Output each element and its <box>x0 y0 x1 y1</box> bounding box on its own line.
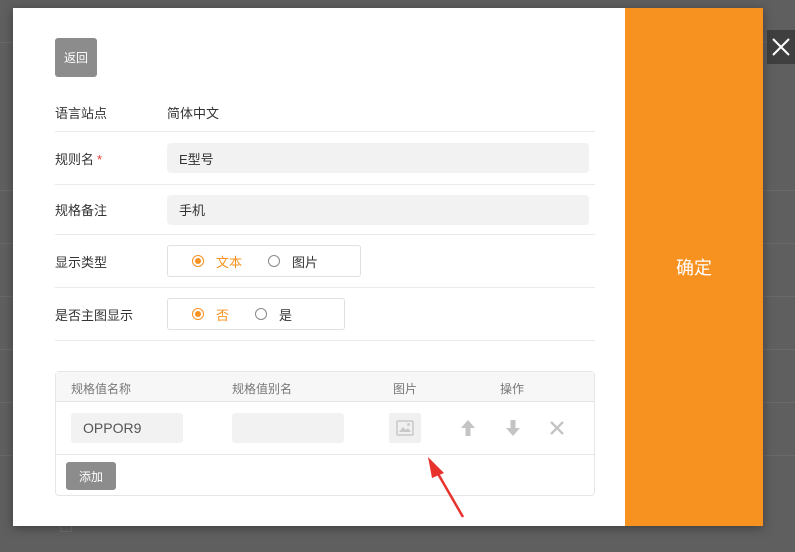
rule-row: 规则名 * E型号 <box>55 132 595 185</box>
column-header: 规格值名称 <box>71 382 132 396</box>
radio-unselected-icon <box>255 308 268 320</box>
column-header: 规格值别名 <box>232 382 293 396</box>
arrow-up-icon <box>461 420 475 436</box>
move-up-button[interactable] <box>457 417 479 439</box>
image-upload-slot[interactable] <box>389 413 421 443</box>
main-image-no-radio[interactable]: 否 <box>192 305 229 324</box>
radio-label: 否 <box>216 307 230 323</box>
display-type-radio-group: 文本 图片 <box>167 245 361 277</box>
radio-label: 图片 <box>292 254 319 270</box>
confirm-button[interactable]: 确定 <box>625 8 763 526</box>
radio-selected-icon <box>192 255 204 267</box>
main-image-radio-group: 否 是 <box>167 298 345 330</box>
main-image-yes-radio[interactable]: 是 <box>255 305 292 324</box>
column-header: 图片 <box>393 382 418 396</box>
rule-label: 规则名 * <box>55 151 103 167</box>
display-type-row: 显示类型 文本 图片 <box>55 235 595 288</box>
radio-label: 是 <box>279 307 293 323</box>
back-button[interactable]: 返回 <box>55 38 97 77</box>
radio-unselected-icon <box>268 255 281 267</box>
spec-note-input[interactable]: 手机 <box>167 194 589 225</box>
close-button[interactable] <box>767 30 795 64</box>
display-type-image-radio[interactable]: 图片 <box>268 252 318 271</box>
main-image-row: 是否主图显示 否 是 <box>55 288 595 341</box>
radio-label: 文本 <box>216 254 243 270</box>
note-row: 规格备注 手机 <box>55 185 595 235</box>
display-type-text-radio[interactable]: 文本 <box>192 252 242 271</box>
required-mark: * <box>97 151 103 167</box>
form-panel: 返回 语言站点 简体中文 规则名 * E型号 规格备注 手机 显示类型 文本 图片 <box>13 8 625 526</box>
spec-value-name-input[interactable]: OPPOR9 <box>71 413 183 443</box>
move-down-button[interactable] <box>502 417 524 439</box>
spec-dialog: 返回 语言站点 简体中文 规则名 * E型号 规格备注 手机 显示类型 文本 图片 <box>13 8 763 526</box>
column-header: 操作 <box>500 382 525 396</box>
spec-value-alias-input[interactable] <box>232 413 344 443</box>
add-row-button[interactable]: 添加 <box>66 462 116 490</box>
arrow-down-icon <box>506 420 520 436</box>
delete-icon <box>550 421 564 435</box>
rule-name-input[interactable]: E型号 <box>167 143 589 173</box>
display-type-label: 显示类型 <box>55 254 108 270</box>
language-value: 简体中文 <box>167 106 220 121</box>
table-header: 规格值名称 规格值别名 图片 操作 <box>56 372 594 402</box>
table-row: OPPOR9 <box>56 402 594 455</box>
close-icon <box>772 38 790 56</box>
note-label: 规格备注 <box>55 203 108 218</box>
image-placeholder-icon <box>396 420 414 436</box>
language-row: 语言站点 简体中文 <box>55 94 595 132</box>
language-label: 语言站点 <box>55 106 108 121</box>
delete-row-button[interactable] <box>546 417 568 439</box>
radio-selected-icon <box>192 308 204 320</box>
main-image-label: 是否主图显示 <box>55 307 134 323</box>
spec-values-table: 规格值名称 规格值别名 图片 操作 OPPOR9 添加 <box>55 371 595 496</box>
